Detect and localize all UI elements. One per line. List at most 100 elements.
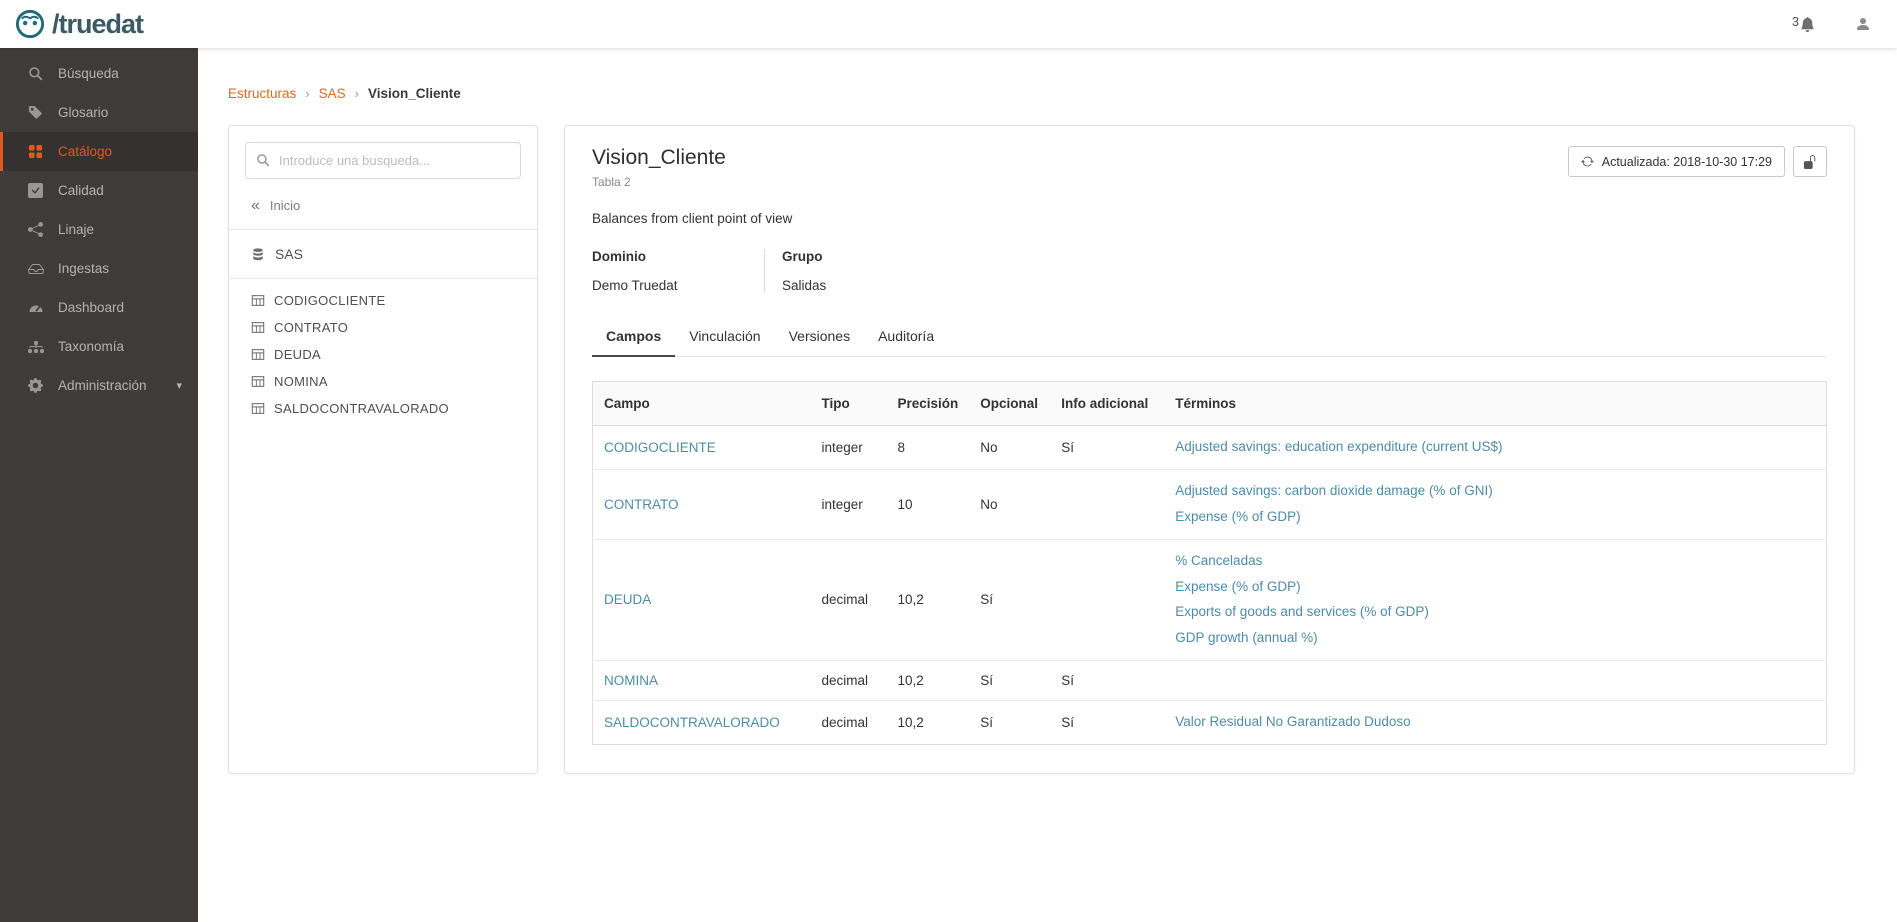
field-link[interactable]: CODIGOCLIENTE (604, 440, 716, 455)
table-icon (251, 348, 265, 361)
column-header-opcional: Opcional (969, 382, 1050, 426)
lock-toggle-button[interactable] (1793, 146, 1827, 177)
field-link[interactable]: CONTRATO (604, 497, 679, 512)
logo-wordmark: /truedat (52, 9, 143, 40)
term-link[interactable]: Valor Residual No Garantizado Dudoso (1175, 713, 1815, 732)
unlock-icon (1803, 155, 1817, 169)
inbox-icon (27, 261, 44, 277)
sidebar-item-dashboard[interactable]: Dashboard (0, 288, 198, 327)
field-extra-info: Sí (1050, 661, 1164, 701)
sidebar-item-linaje[interactable]: Linaje (0, 210, 198, 249)
updated-at-label: Actualizada: 2018-10-30 17:29 (1602, 155, 1772, 169)
structure-description: Balances from client point of view (592, 211, 1827, 226)
header-actions: 3 (1792, 16, 1871, 32)
table-list-item-deuda[interactable]: DEUDA (251, 347, 515, 362)
table-list-item-codigocliente[interactable]: CODIGOCLIENTE (251, 293, 515, 308)
term-link[interactable]: Exports of goods and services (% of GDP) (1175, 603, 1815, 622)
double-chevron-left-icon: « (251, 201, 260, 211)
table-item-label: DEUDA (274, 347, 321, 362)
breadcrumb-link-estructuras[interactable]: Estructuras (228, 86, 296, 101)
structure-search-input[interactable] (245, 142, 521, 179)
updated-at-button[interactable]: Actualizada: 2018-10-30 17:29 (1568, 146, 1785, 177)
term-link[interactable]: Expense (% of GDP) (1175, 578, 1815, 597)
sidebar-item-label: Linaje (58, 222, 94, 237)
content-panels: « Inicio SAS CODIGOCLIE (228, 125, 1855, 774)
term-link[interactable]: % Canceladas (1175, 552, 1815, 571)
detail-header: Vision_Cliente Tabla 2 Actualizada: 2018… (592, 146, 1827, 189)
column-header-terminos: Términos (1164, 382, 1826, 426)
sidebar-item-ingestas[interactable]: Ingestas (0, 249, 198, 288)
group-value: Salidas (782, 278, 894, 293)
field-row-deuda: DEUDA decimal 10,2 Sí % Canceladas Expen… (593, 539, 1827, 661)
search-icon (27, 66, 44, 81)
notifications-button[interactable]: 3 (1792, 17, 1815, 32)
field-optional: No (969, 426, 1050, 470)
share-nodes-icon (27, 222, 44, 237)
field-type: decimal (811, 539, 887, 661)
term-link[interactable]: Adjusted savings: education expenditure … (1175, 438, 1815, 457)
sidebar-item-label: Catálogo (58, 144, 112, 159)
sidebar-item-calidad[interactable]: Calidad (0, 171, 198, 210)
page-title: Vision_Cliente (592, 146, 726, 170)
field-row-contrato: CONTRATO integer 10 No Adjusted savings:… (593, 469, 1827, 539)
sidebar-item-label: Taxonomía (58, 339, 124, 354)
field-type: decimal (811, 701, 887, 745)
domain-label: Dominio (592, 249, 764, 264)
domain-value: Demo Truedat (592, 278, 764, 293)
term-link[interactable]: GDP growth (annual %) (1175, 629, 1815, 648)
field-link[interactable]: SALDOCONTRAVALORADO (604, 715, 780, 730)
sidebar-item-taxonomia[interactable]: Taxonomía (0, 327, 198, 366)
sidebar-item-busqueda[interactable]: Búsqueda (0, 54, 198, 93)
column-header-info-adicional: Info adicional (1050, 382, 1164, 426)
source-item-sas[interactable]: SAS (245, 230, 521, 278)
terms-cell: Adjusted savings: education expenditure … (1175, 438, 1815, 457)
check-square-icon (27, 183, 44, 198)
chevron-down-icon: ▾ (176, 379, 182, 392)
sidebar-item-label: Dashboard (58, 300, 124, 315)
domain-block: Dominio Demo Truedat (592, 249, 764, 293)
table-list-item-contrato[interactable]: CONTRATO (251, 320, 515, 335)
sidebar-item-administracion[interactable]: Administración ▾ (0, 366, 198, 405)
field-link[interactable]: NOMINA (604, 673, 658, 688)
terms-cell: Valor Residual No Garantizado Dudoso (1175, 713, 1815, 732)
tab-campos[interactable]: Campos (592, 319, 675, 357)
user-menu-button[interactable] (1855, 16, 1871, 32)
tab-versiones[interactable]: Versiones (775, 319, 864, 357)
terms-cell: % Canceladas Expense (% of GDP) Exports … (1175, 552, 1815, 649)
table-item-label: SALDOCONTRAVALORADO (274, 401, 449, 416)
sidebar-item-label: Glosario (58, 105, 108, 120)
truedat-owl-icon (14, 8, 47, 40)
table-item-label: CODIGOCLIENTE (274, 293, 386, 308)
search-icon (256, 153, 270, 167)
truedat-logo[interactable]: /truedat (14, 8, 143, 40)
main-sidebar: Búsqueda Glosario Catálogo Calidad Linaj (0, 48, 198, 922)
tag-icon (27, 105, 44, 120)
sidebar-item-catalogo[interactable]: Catálogo (0, 132, 198, 171)
breadcrumb-link-sas[interactable]: SAS (319, 86, 346, 101)
field-type: integer (811, 426, 887, 470)
field-optional: No (969, 469, 1050, 539)
breadcrumb-current: Vision_Cliente (368, 86, 461, 101)
tab-auditoria[interactable]: Auditoría (864, 319, 948, 357)
field-extra-info: Sí (1050, 426, 1164, 470)
term-link[interactable]: Adjusted savings: carbon dioxide damage … (1175, 482, 1815, 501)
structure-search (245, 142, 521, 179)
column-header-campo: Campo (593, 382, 811, 426)
structure-detail-panel: Vision_Cliente Tabla 2 Actualizada: 2018… (564, 125, 1855, 774)
tab-vinculacion[interactable]: Vinculación (675, 319, 774, 357)
fields-table: Campo Tipo Precisión Opcional Info adici… (592, 381, 1827, 745)
sidebar-item-label: Búsqueda (58, 66, 119, 81)
table-list-item-nomina[interactable]: NOMINA (251, 374, 515, 389)
detail-tabs: Campos Vinculación Versiones Auditoría (592, 319, 1827, 357)
table-list-item-saldocontravalorado[interactable]: SALDOCONTRAVALORADO (251, 401, 515, 416)
sidebar-item-glosario[interactable]: Glosario (0, 93, 198, 132)
gauge-icon (27, 300, 44, 316)
field-extra-info (1050, 469, 1164, 539)
column-header-tipo: Tipo (811, 382, 887, 426)
field-link[interactable]: DEUDA (604, 592, 651, 607)
source-label: SAS (275, 246, 303, 262)
nav-back-inicio[interactable]: « Inicio (245, 179, 521, 229)
sidebar-item-label: Administración (58, 378, 147, 393)
term-link[interactable]: Expense (% of GDP) (1175, 508, 1815, 527)
structure-type-label: Tabla 2 (592, 175, 726, 189)
